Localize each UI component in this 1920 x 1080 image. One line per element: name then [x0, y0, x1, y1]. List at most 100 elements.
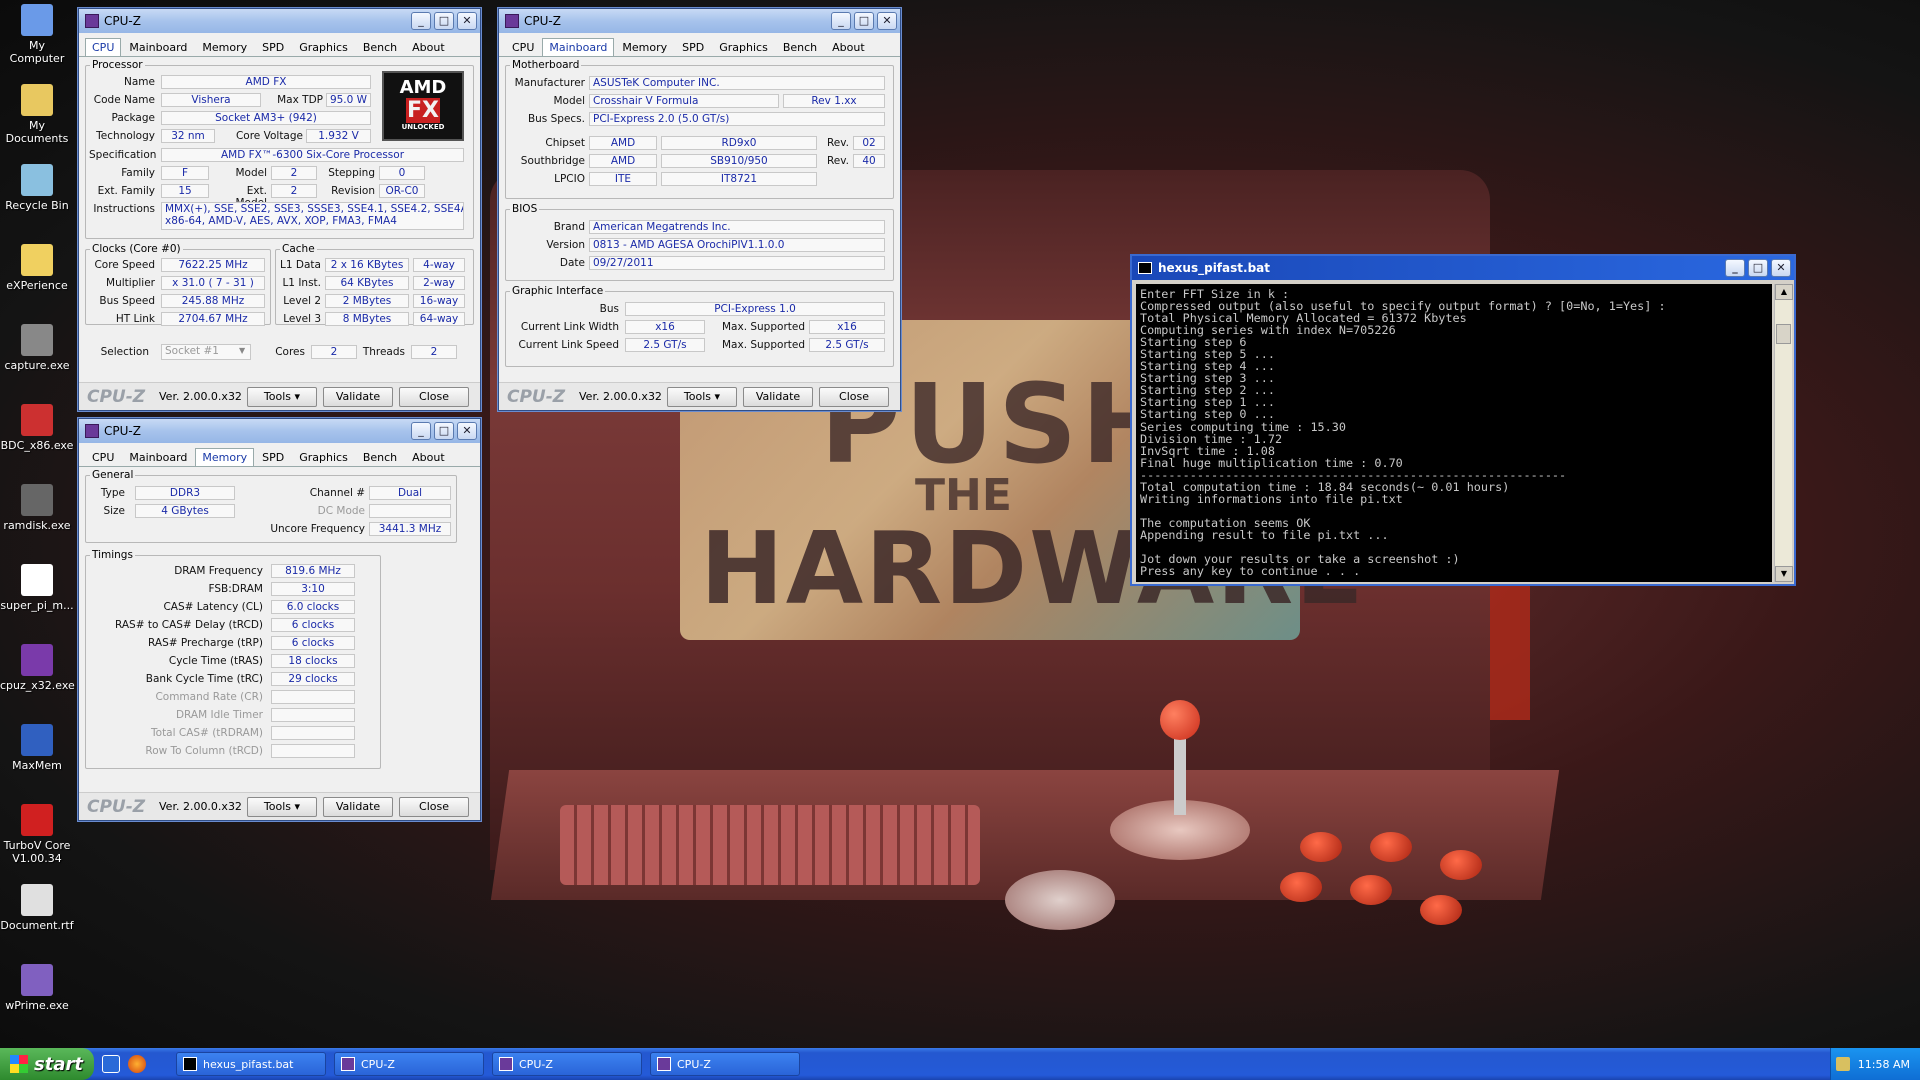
- timing-value: [271, 744, 355, 758]
- tab-graphics[interactable]: Graphics: [292, 448, 355, 466]
- close-button[interactable]: Close: [399, 386, 469, 407]
- group-title: Clocks (Core #0): [92, 243, 181, 255]
- network-icon[interactable]: [1835, 1057, 1850, 1071]
- close-button[interactable]: Close: [399, 796, 469, 817]
- tab-mainboard[interactable]: Mainboard: [122, 448, 194, 466]
- validate-button[interactable]: Validate: [323, 796, 393, 817]
- desktop-icon[interactable]: wPrime.exe: [0, 964, 74, 1012]
- desktop-icon-label: TurboV Core V1.00.34: [3, 839, 71, 865]
- title-bar[interactable]: hexus_pifast.bat _ □ ✕: [1132, 256, 1794, 280]
- channel-value: Dual: [369, 486, 451, 500]
- tab-memory[interactable]: Memory: [615, 38, 674, 56]
- desktop-icon[interactable]: Recycle Bin: [0, 164, 74, 212]
- timing-label: CAS# Latency (CL): [163, 601, 263, 613]
- tab-about[interactable]: About: [405, 38, 452, 56]
- taskbar-button-cpuz[interactable]: CPU-Z: [650, 1052, 800, 1076]
- tab-mainboard[interactable]: Mainboard: [122, 38, 194, 56]
- maxsupported-speed-value: 2.5 GT/s: [809, 338, 885, 352]
- desktop-icon[interactable]: Document.rtf: [0, 884, 74, 932]
- tab-content: General Type DDR3 Size 4 GBytes Channel …: [79, 467, 480, 787]
- tools-button[interactable]: Tools ▾: [247, 386, 317, 407]
- console-output[interactable]: Enter FFT Size in k : Compressed output (…: [1136, 284, 1772, 582]
- validate-button[interactable]: Validate: [743, 386, 813, 407]
- selection-dropdown[interactable]: Socket #1: [161, 344, 251, 360]
- close-window-button[interactable]: ✕: [1771, 259, 1791, 277]
- taskbar-button-label: CPU-Z: [519, 1057, 553, 1071]
- threads-value: 2: [411, 345, 457, 359]
- tools-button[interactable]: Tools ▾: [247, 796, 317, 817]
- taskbar-button-console[interactable]: hexus_pifast.bat: [176, 1052, 326, 1076]
- maximize-button[interactable]: □: [434, 422, 454, 440]
- desktop-icon[interactable]: BDC_x86.exe: [0, 404, 74, 452]
- logo-text-amd: AMD: [399, 77, 447, 98]
- app-icon: [21, 404, 53, 436]
- vertical-scrollbar[interactable]: ▲ ▼: [1774, 284, 1793, 582]
- taskbar-button-cpuz[interactable]: CPU-Z: [492, 1052, 642, 1076]
- tab-memory[interactable]: Memory: [195, 448, 255, 466]
- tab-cpu[interactable]: CPU: [505, 38, 541, 56]
- maximize-button[interactable]: □: [1748, 259, 1768, 277]
- desktop-icon[interactable]: super_pi_m...: [0, 564, 74, 612]
- cpuz-app-icon: [341, 1057, 355, 1071]
- selection-label: Selection: [100, 346, 149, 358]
- validate-button[interactable]: Validate: [323, 386, 393, 407]
- scroll-thumb[interactable]: [1776, 324, 1791, 344]
- tab-spd[interactable]: SPD: [675, 38, 711, 56]
- timing-value: [271, 690, 355, 704]
- title-bar[interactable]: CPU-Z _ □ ✕: [499, 9, 900, 33]
- desktop-icon[interactable]: cpuz_x32.exe: [0, 644, 75, 692]
- show-desktop-icon[interactable]: [102, 1055, 120, 1073]
- desktop-icon[interactable]: capture.exe: [0, 324, 74, 372]
- tab-bench[interactable]: Bench: [356, 38, 404, 56]
- desktop-icon[interactable]: My Documents: [0, 84, 74, 145]
- console-line: ----------------------------------------…: [1140, 467, 1567, 482]
- chipset-vendor-value: AMD: [589, 136, 657, 150]
- tab-graphics[interactable]: Graphics: [292, 38, 355, 56]
- tools-button[interactable]: Tools ▾: [667, 386, 737, 407]
- minimize-button[interactable]: _: [411, 12, 431, 30]
- desktop-icon[interactable]: ramdisk.exe: [0, 484, 74, 532]
- chevron-down-icon[interactable]: ▼: [239, 346, 245, 355]
- scroll-down-arrow-icon[interactable]: ▼: [1775, 566, 1793, 582]
- tab-cpu[interactable]: CPU: [85, 38, 122, 56]
- tab-about[interactable]: About: [825, 38, 872, 56]
- desktop-icon[interactable]: My Computer: [0, 4, 74, 65]
- corevoltage-label: Core Voltage: [235, 130, 303, 142]
- multiplier-value: x 31.0 ( 7 - 31 ): [161, 276, 265, 290]
- close-window-button[interactable]: ✕: [877, 12, 897, 30]
- taskbar-button-cpuz[interactable]: CPU-Z: [334, 1052, 484, 1076]
- minimize-button[interactable]: _: [1725, 259, 1745, 277]
- close-window-button[interactable]: ✕: [457, 422, 477, 440]
- tab-bench[interactable]: Bench: [356, 448, 404, 466]
- desktop-icon[interactable]: eXPerience: [0, 244, 74, 292]
- tab-content: Motherboard Manufacturer ASUSTeK Compute…: [499, 57, 900, 377]
- firefox-icon[interactable]: [128, 1055, 146, 1073]
- tab-graphics[interactable]: Graphics: [712, 38, 775, 56]
- desktop-icon[interactable]: MaxMem: [0, 724, 74, 772]
- tab-memory[interactable]: Memory: [195, 38, 254, 56]
- console-line: Writing informations into file pi.txt: [1140, 491, 1403, 506]
- close-window-button[interactable]: ✕: [457, 12, 477, 30]
- tab-spd[interactable]: SPD: [255, 448, 291, 466]
- desktop-icon-label: ramdisk.exe: [3, 519, 71, 532]
- spec-label: Specification: [89, 149, 157, 161]
- maximize-button[interactable]: □: [434, 12, 454, 30]
- start-button[interactable]: start: [0, 1048, 94, 1080]
- tab-about[interactable]: About: [405, 448, 452, 466]
- maximize-button[interactable]: □: [854, 12, 874, 30]
- tab-cpu[interactable]: CPU: [85, 448, 121, 466]
- minimize-button[interactable]: _: [411, 422, 431, 440]
- clock[interactable]: 11:58 AM: [1858, 1058, 1910, 1071]
- title-bar[interactable]: CPU-Z _ □ ✕: [79, 9, 480, 33]
- tab-mainboard[interactable]: Mainboard: [542, 38, 615, 56]
- scroll-up-arrow-icon[interactable]: ▲: [1775, 284, 1793, 300]
- codename-value: Vishera: [161, 93, 261, 107]
- version-text: Ver. 2.00.0.x32: [159, 800, 242, 813]
- tab-bench[interactable]: Bench: [776, 38, 824, 56]
- title-bar[interactable]: CPU-Z _ □ ✕: [79, 419, 480, 443]
- tab-spd[interactable]: SPD: [255, 38, 291, 56]
- desktop-icon[interactable]: TurboV Core V1.00.34: [0, 804, 74, 865]
- minimize-button[interactable]: _: [831, 12, 851, 30]
- close-button[interactable]: Close: [819, 386, 889, 407]
- l2-way-value: 16-way: [413, 294, 465, 308]
